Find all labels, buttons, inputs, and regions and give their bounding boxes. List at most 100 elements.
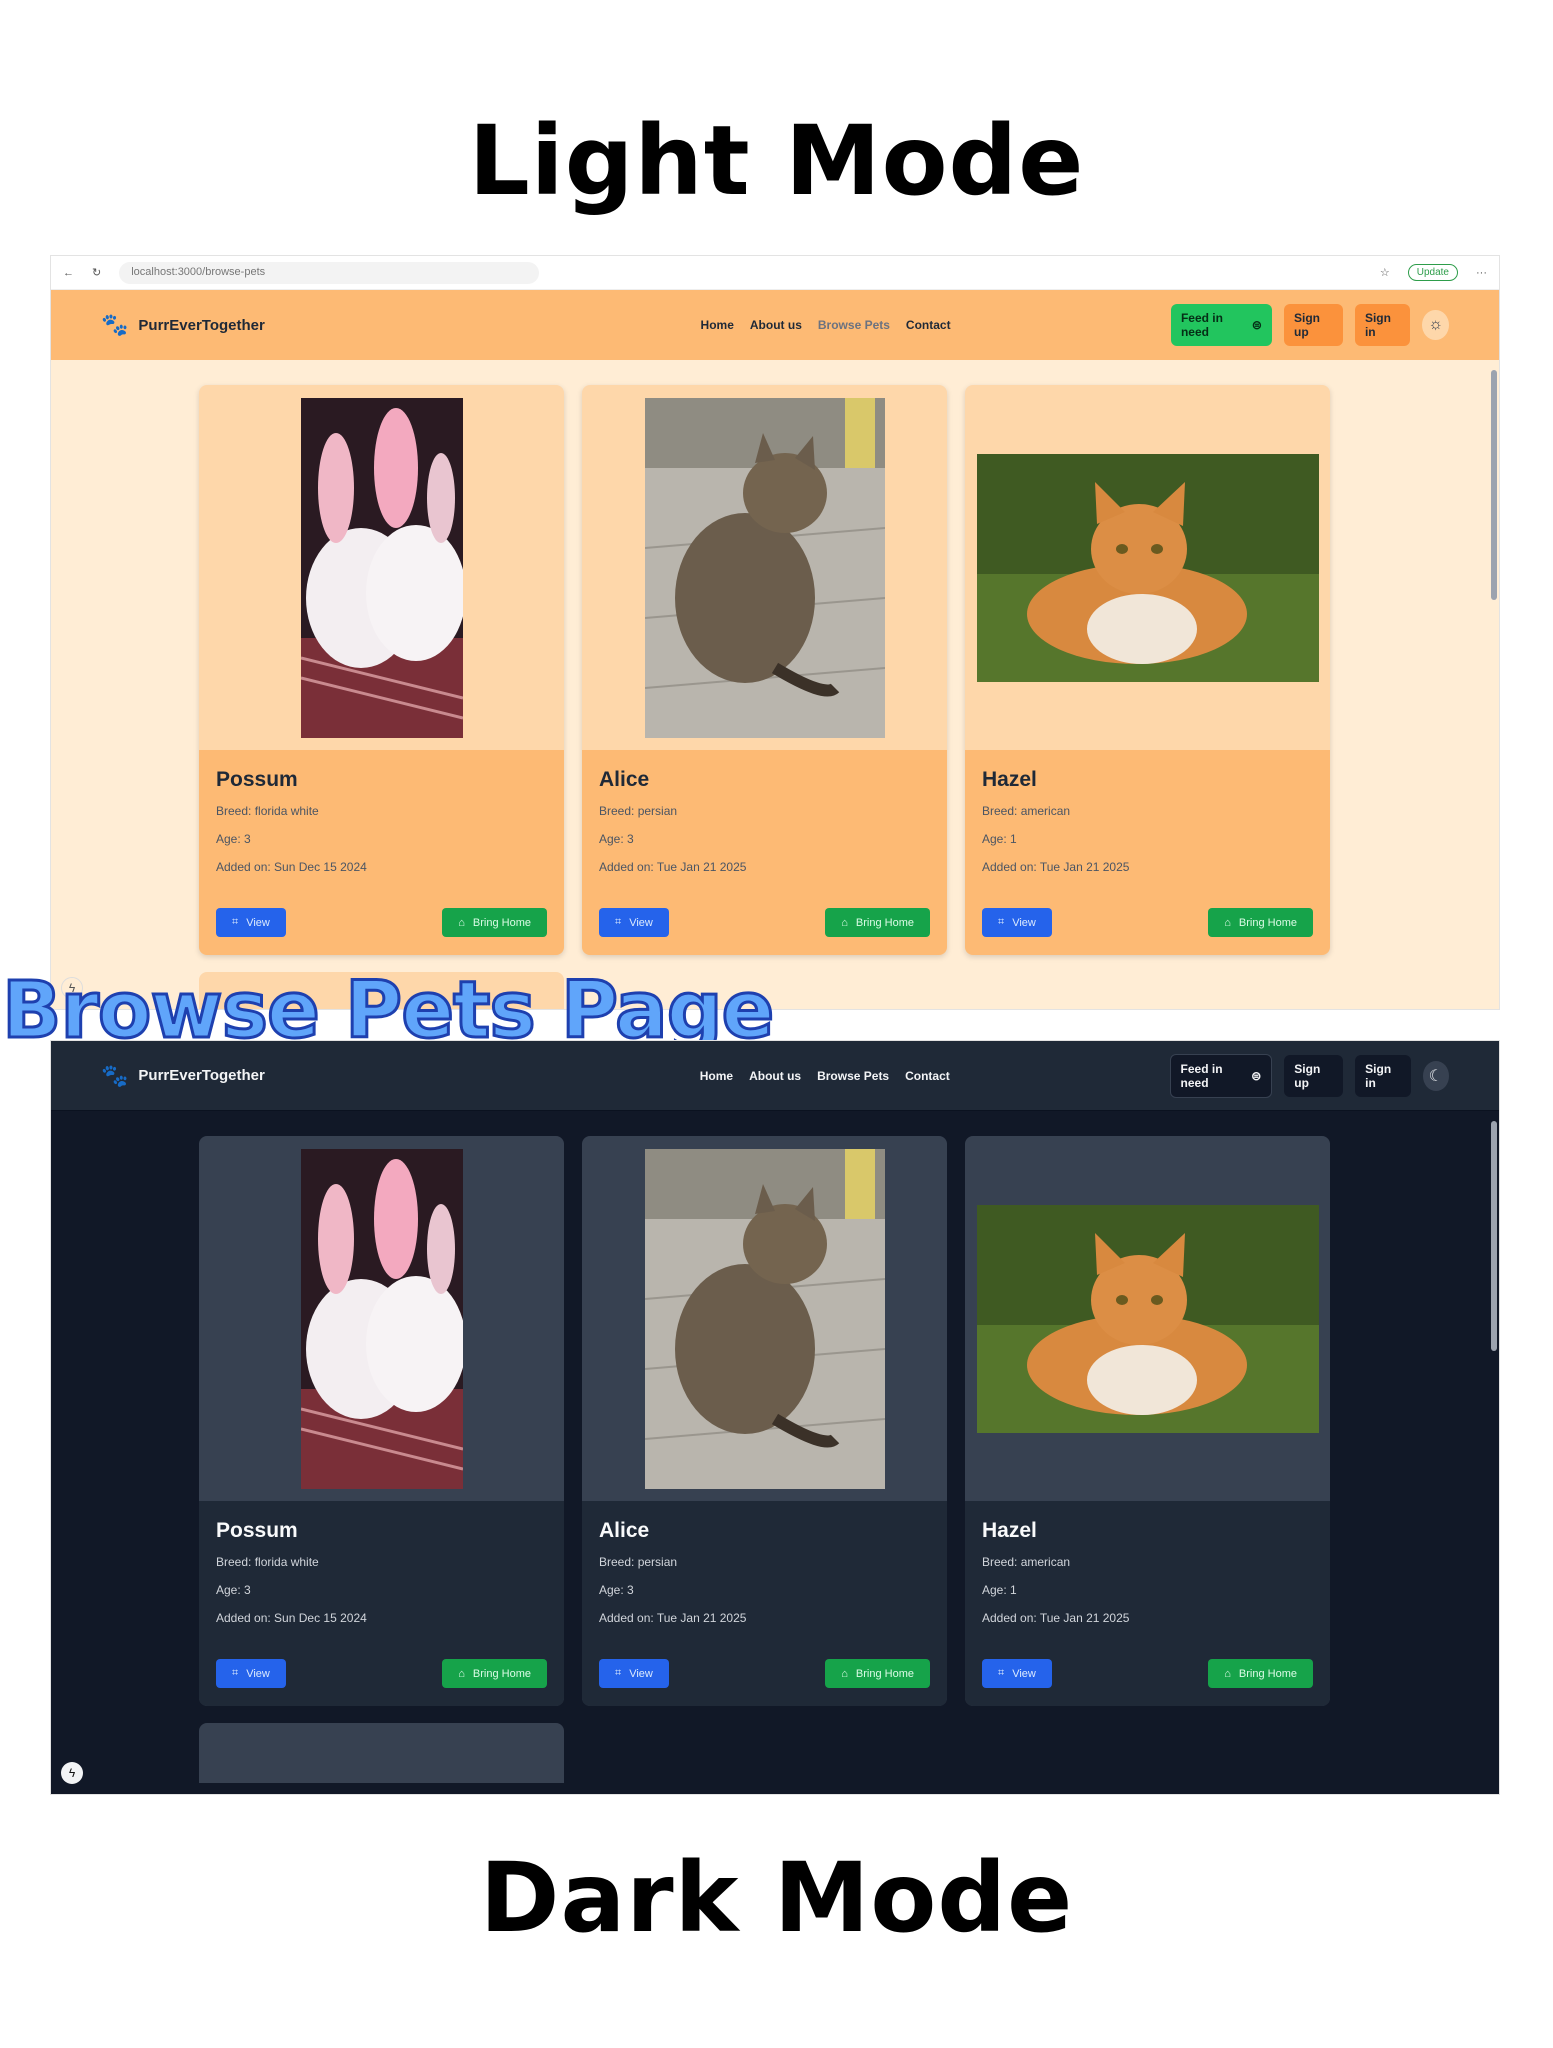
pet-added-date: Added on: Tue Jan 21 2025	[982, 860, 1130, 874]
pet-card: Possum Breed: florida white Age: 3 Added…	[199, 1136, 564, 1706]
bring-home-label: Bring Home	[855, 1667, 914, 1680]
house-icon: ⌂	[841, 916, 848, 929]
pet-breed: Breed: american	[982, 1555, 1071, 1569]
view-label: View	[1012, 916, 1036, 929]
house-icon: ⌂	[1224, 1667, 1231, 1680]
update-button[interactable]: Update	[1407, 264, 1458, 281]
bring-home-button[interactable]: ⌂ Bring Home	[442, 1659, 547, 1688]
view-label: View	[246, 1667, 270, 1680]
view-button[interactable]: ⌗ View	[599, 908, 669, 937]
pet-name: Hazel	[982, 1519, 1037, 1542]
scan-icon: ⌗	[232, 1667, 239, 1679]
orange-cat-photo	[976, 453, 1319, 682]
pet-card: Hazel Breed: american Age: 1 Added on: T…	[965, 385, 1330, 955]
sun-icon[interactable]: ☼	[1422, 310, 1449, 340]
pet-age: Age: 3	[216, 832, 251, 846]
bring-home-label: Bring Home	[1238, 916, 1297, 929]
view-label: View	[246, 916, 270, 929]
pet-breed: Breed: florida white	[216, 804, 319, 818]
brand-name: PurrEverTogether	[138, 1067, 265, 1084]
pet-card: Alice Breed: persian Age: 3 Added on: Tu…	[582, 1136, 947, 1706]
bowl-icon: ⊜	[1251, 1068, 1262, 1083]
view-button[interactable]: ⌗ View	[982, 908, 1052, 937]
pet-card: Possum Breed: florida white Age: 3 Added…	[199, 385, 564, 955]
orange-cat-photo	[976, 1204, 1319, 1433]
nav-contact[interactable]: Contact	[905, 1069, 950, 1083]
nav-browse-pets[interactable]: Browse Pets	[817, 1069, 889, 1083]
browse-pets-content: Possum Breed: florida white Age: 3 Added…	[51, 1111, 1499, 1794]
bring-home-button[interactable]: ⌂ Bring Home	[1208, 1659, 1313, 1688]
scrollbar[interactable]	[1491, 370, 1497, 600]
pet-breed: Breed: persian	[599, 804, 678, 818]
paw-logo-icon: 🐾	[101, 312, 129, 337]
scan-icon: ⌗	[998, 916, 1005, 928]
view-button[interactable]: ⌗ View	[216, 908, 286, 937]
pet-breed: Breed: american	[982, 804, 1071, 818]
tabby-cat-photo	[644, 1148, 885, 1489]
feed-in-need-button[interactable]: Feed in need ⊜	[1170, 304, 1272, 346]
pet-card-grid: Possum Breed: florida white Age: 3 Added…	[199, 385, 1330, 955]
nav-links: Home About us Browse Pets Contact	[701, 318, 1171, 332]
sign-up-button[interactable]: Sign up	[1284, 1054, 1344, 1097]
pet-age: Age: 3	[599, 832, 634, 846]
bring-home-button[interactable]: ⌂ Bring Home	[825, 1659, 930, 1688]
scan-icon: ⌗	[615, 916, 622, 928]
feed-in-need-label: Feed in need	[1180, 1061, 1223, 1090]
bring-home-button[interactable]: ⌂ Bring Home	[825, 908, 930, 937]
view-button[interactable]: ⌗ View	[982, 1659, 1052, 1688]
scan-icon: ⌗	[998, 1667, 1005, 1679]
house-icon: ⌂	[841, 1667, 848, 1680]
bring-home-label: Bring Home	[855, 916, 914, 929]
bolt-icon[interactable]: ϟ	[61, 1762, 83, 1784]
pet-name: Possum	[216, 768, 298, 791]
dark-mode-screenshot: 🐾 PurrEverTogether Home About us Browse …	[50, 1040, 1500, 1795]
brand-name: PurrEverTogether	[138, 316, 265, 334]
bring-home-label: Bring Home	[1238, 1667, 1297, 1680]
sign-up-button[interactable]: Sign up	[1283, 304, 1343, 346]
more-icon[interactable]: ···	[1476, 267, 1487, 279]
nav-about[interactable]: About us	[749, 1069, 801, 1083]
sign-in-button[interactable]: Sign in	[1354, 304, 1411, 346]
pet-age: Age: 3	[599, 1583, 634, 1597]
nav-about[interactable]: About us	[750, 318, 802, 332]
brand[interactable]: 🐾 PurrEverTogether	[101, 1063, 700, 1089]
browse-pets-content: Possum Breed: florida white Age: 3 Added…	[51, 360, 1499, 1009]
pet-card-grid: Possum Breed: florida white Age: 3 Added…	[199, 1136, 1330, 1706]
bring-home-button[interactable]: ⌂ Bring Home	[1208, 908, 1313, 937]
house-icon: ⌂	[458, 1667, 465, 1680]
sign-in-button[interactable]: Sign in	[1355, 1054, 1411, 1097]
pet-age: Age: 1	[982, 1583, 1017, 1597]
bring-home-label: Bring Home	[472, 916, 531, 929]
moon-icon[interactable]: ☾	[1422, 1060, 1449, 1091]
reload-icon[interactable]: ↻	[92, 266, 101, 279]
back-icon[interactable]: ←	[63, 267, 74, 279]
nav-browse-pets[interactable]: Browse Pets	[818, 318, 890, 332]
house-icon: ⌂	[458, 916, 465, 929]
house-icon: ⌂	[1224, 916, 1231, 929]
view-label: View	[1012, 1667, 1036, 1680]
pet-name: Hazel	[982, 768, 1037, 791]
feed-in-need-button[interactable]: Feed in need ⊜	[1169, 1053, 1273, 1098]
view-button[interactable]: ⌗ View	[216, 1659, 286, 1688]
brand[interactable]: 🐾 PurrEverTogether	[101, 312, 701, 338]
dark-mode-heading: Dark Mode	[479, 1842, 1074, 1954]
view-button[interactable]: ⌗ View	[599, 1659, 669, 1688]
nav-contact[interactable]: Contact	[906, 318, 951, 332]
navbar: 🐾 PurrEverTogether Home About us Browse …	[51, 290, 1499, 360]
white-rabbits-photo	[300, 397, 463, 738]
bring-home-label: Bring Home	[472, 1667, 531, 1680]
bring-home-button[interactable]: ⌂ Bring Home	[442, 908, 547, 937]
star-icon[interactable]: ☆	[1380, 266, 1390, 279]
nav-home[interactable]: Home	[700, 1069, 733, 1083]
nav-links: Home About us Browse Pets Contact	[700, 1069, 1170, 1083]
scrollbar[interactable]	[1491, 1121, 1497, 1351]
white-rabbits-photo	[300, 1148, 463, 1489]
feed-in-need-label: Feed in need	[1180, 311, 1223, 339]
nav-home[interactable]: Home	[701, 318, 734, 332]
pet-name: Alice	[599, 768, 650, 791]
light-mode-screenshot: ← ↻ localhost:3000/browse-pets ☆ Update …	[50, 255, 1500, 1010]
address-bar[interactable]: localhost:3000/browse-pets	[119, 261, 540, 284]
pet-breed: Breed: persian	[599, 1555, 678, 1569]
tabby-cat-photo	[644, 397, 885, 738]
pet-name: Possum	[216, 1519, 298, 1542]
